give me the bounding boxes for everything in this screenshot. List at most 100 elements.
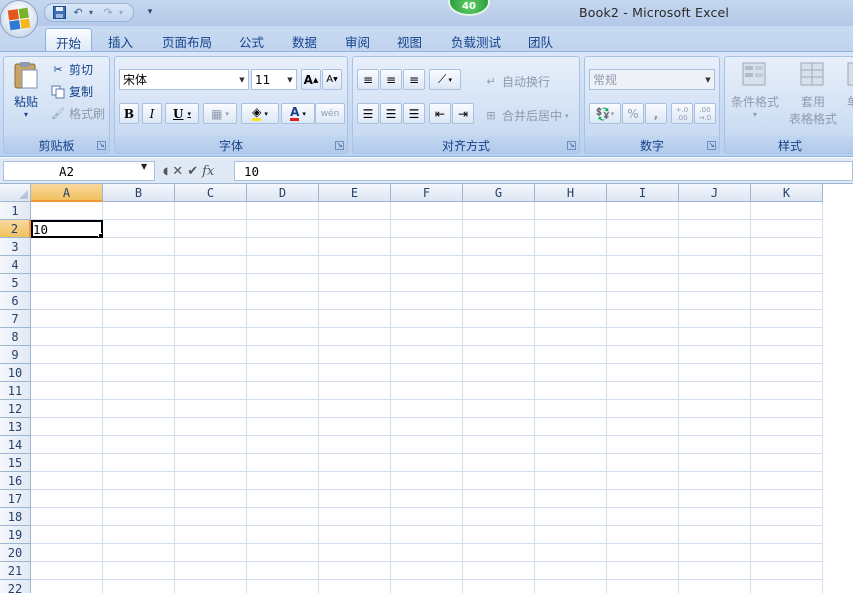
cell[interactable] <box>679 256 751 274</box>
row-header[interactable]: 1 <box>0 202 31 220</box>
cell[interactable] <box>391 220 463 238</box>
cell[interactable] <box>535 238 607 256</box>
wrap-text-button[interactable]: ↵ 自动换行 <box>483 73 550 90</box>
cell[interactable] <box>607 526 679 544</box>
font-color-dropdown-icon[interactable]: ▾ <box>302 110 306 118</box>
cell[interactable] <box>31 310 103 328</box>
currency-button[interactable]: 💱 ▾ <box>589 103 621 124</box>
cell[interactable] <box>751 220 823 238</box>
cell[interactable] <box>751 562 823 580</box>
cell[interactable] <box>751 274 823 292</box>
cell[interactable] <box>319 274 391 292</box>
cell[interactable] <box>679 238 751 256</box>
cell[interactable] <box>391 508 463 526</box>
bold-button[interactable]: B <box>119 103 139 124</box>
orientation-button[interactable]: ⟋ ▾ <box>429 69 461 90</box>
cell[interactable] <box>247 256 319 274</box>
column-header[interactable]: F <box>391 184 463 202</box>
expand-icon[interactable]: ◖ <box>163 166 168 177</box>
cell[interactable] <box>679 400 751 418</box>
cell[interactable] <box>31 256 103 274</box>
cell[interactable] <box>751 382 823 400</box>
cell[interactable] <box>103 508 175 526</box>
merge-center-dropdown-icon[interactable]: ▾ <box>565 112 569 120</box>
tab-formulas[interactable]: 公式 <box>229 28 274 52</box>
cell[interactable] <box>175 508 247 526</box>
cell[interactable] <box>175 418 247 436</box>
cell[interactable] <box>175 202 247 220</box>
cell[interactable] <box>319 220 391 238</box>
cell[interactable] <box>31 238 103 256</box>
cell[interactable] <box>463 472 535 490</box>
cell[interactable] <box>175 346 247 364</box>
cell[interactable] <box>391 364 463 382</box>
cell[interactable] <box>751 256 823 274</box>
cell[interactable] <box>391 310 463 328</box>
cell[interactable] <box>175 400 247 418</box>
customize-qat-icon[interactable]: ▾ <box>144 4 156 20</box>
cell[interactable] <box>463 364 535 382</box>
cell[interactable] <box>319 310 391 328</box>
cell[interactable] <box>103 202 175 220</box>
cell[interactable] <box>31 292 103 310</box>
cell[interactable] <box>607 328 679 346</box>
cell[interactable] <box>103 292 175 310</box>
cell[interactable] <box>175 274 247 292</box>
cell[interactable] <box>247 310 319 328</box>
row-header[interactable]: 2 <box>0 220 31 238</box>
cell[interactable] <box>607 436 679 454</box>
align-center-button[interactable]: ☰ <box>380 103 402 124</box>
cell[interactable] <box>31 580 103 593</box>
cell[interactable] <box>463 220 535 238</box>
cell[interactable] <box>247 544 319 562</box>
tab-home[interactable]: 开始 <box>45 28 93 53</box>
cell[interactable] <box>103 580 175 593</box>
row-header[interactable]: 22 <box>0 580 31 593</box>
cell[interactable] <box>751 490 823 508</box>
font-name-dropdown-icon[interactable]: ▼ <box>236 70 248 89</box>
cell[interactable] <box>247 274 319 292</box>
increase-decimal-button[interactable]: +.0 .00 <box>671 103 693 124</box>
cell[interactable] <box>535 544 607 562</box>
decrease-decimal-button[interactable]: .00 →.0 <box>694 103 716 124</box>
cell[interactable] <box>247 418 319 436</box>
cell[interactable] <box>751 346 823 364</box>
cell[interactable] <box>319 256 391 274</box>
cell[interactable] <box>751 202 823 220</box>
insert-function-icon[interactable]: fx <box>202 164 214 179</box>
phonetic-button[interactable]: wén <box>315 103 345 124</box>
increase-indent-button[interactable]: ⇥ <box>452 103 474 124</box>
cell[interactable] <box>463 544 535 562</box>
cell[interactable] <box>247 220 319 238</box>
cell[interactable] <box>535 274 607 292</box>
cell[interactable] <box>175 472 247 490</box>
cell[interactable] <box>319 490 391 508</box>
cell[interactable] <box>175 382 247 400</box>
borders-button[interactable]: ▦ ▾ <box>203 103 237 124</box>
cut-button[interactable]: ✂ 剪切 <box>50 61 93 78</box>
cell[interactable] <box>175 292 247 310</box>
alignment-launcher-icon[interactable]: ↘ <box>567 141 576 150</box>
cell[interactable] <box>31 472 103 490</box>
conditional-formatting-dropdown-icon[interactable]: ▾ <box>753 110 757 119</box>
cell[interactable] <box>751 580 823 593</box>
cell[interactable] <box>751 544 823 562</box>
cell[interactable] <box>247 238 319 256</box>
cell[interactable] <box>535 328 607 346</box>
row-header[interactable]: 8 <box>0 328 31 346</box>
cell[interactable] <box>751 436 823 454</box>
font-launcher-icon[interactable]: ↘ <box>335 141 344 150</box>
cell[interactable] <box>607 238 679 256</box>
underline-dropdown-icon[interactable]: ▾ <box>187 109 191 118</box>
column-header[interactable]: C <box>175 184 247 202</box>
enter-icon[interactable]: ✔ <box>187 164 198 179</box>
column-header[interactable]: D <box>247 184 319 202</box>
align-middle-button[interactable]: ≡ <box>380 69 402 90</box>
cell[interactable] <box>463 382 535 400</box>
cell[interactable] <box>535 436 607 454</box>
tab-page-layout[interactable]: 页面布局 <box>152 28 222 52</box>
cell[interactable] <box>463 508 535 526</box>
cell[interactable] <box>679 202 751 220</box>
cell[interactable] <box>391 256 463 274</box>
cell[interactable] <box>751 364 823 382</box>
